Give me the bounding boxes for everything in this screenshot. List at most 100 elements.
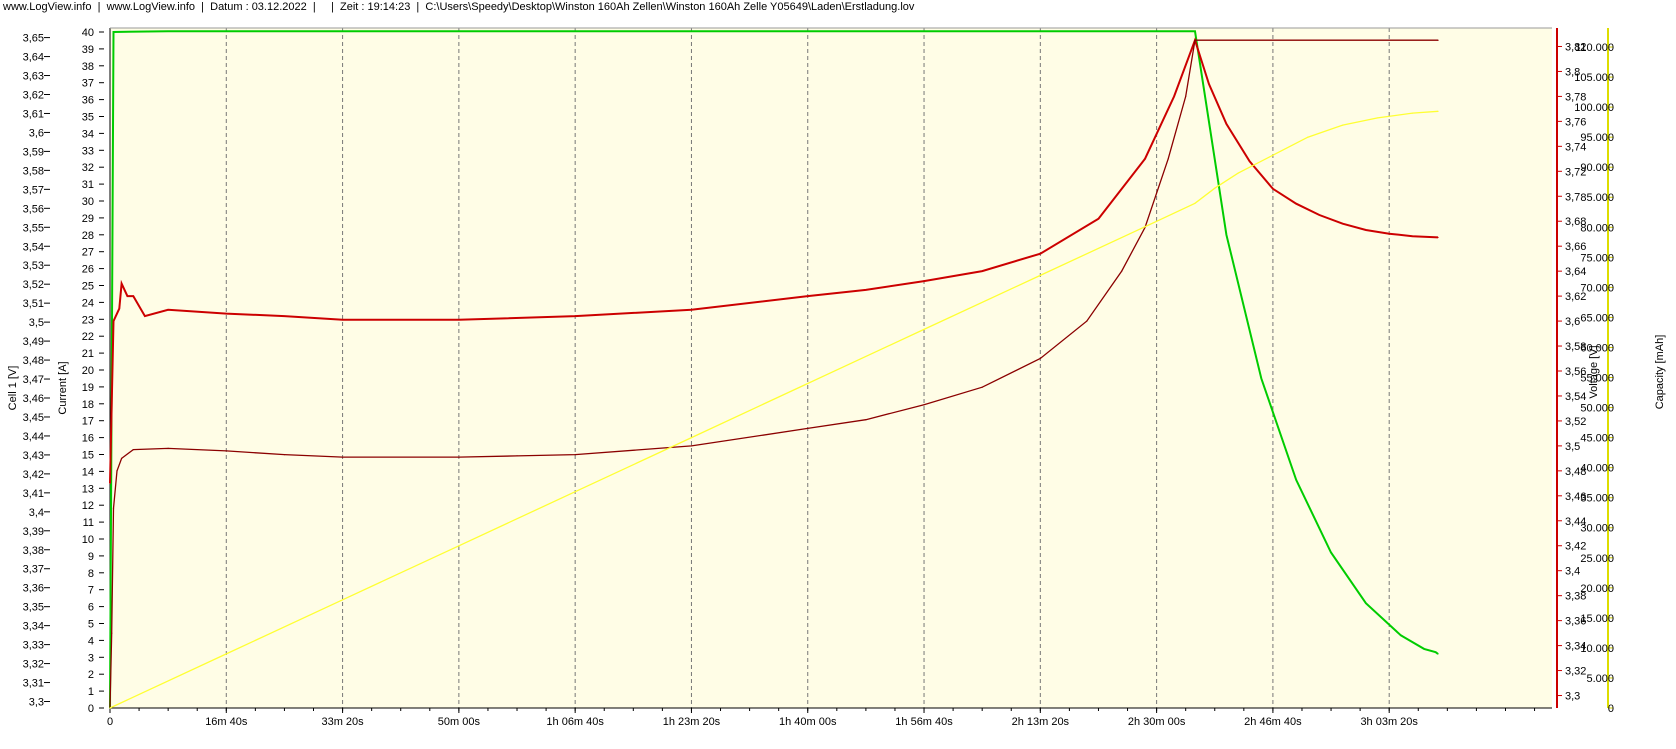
chart: 3,33,313,323,333,343,353,363,373,383,393… xyxy=(7,27,1666,728)
current-tick-label: 28 xyxy=(82,230,94,242)
series-point-voltage-1 xyxy=(458,319,460,321)
current-tick-label: 4 xyxy=(88,635,94,647)
voltage-tick-label: 3,42 xyxy=(1565,541,1586,553)
current-tick-label: 33 xyxy=(82,145,94,157)
x-tick-label: 0 xyxy=(107,716,113,728)
y-axis-title-capacity: Capacity [mAh] xyxy=(1654,335,1666,410)
series-point-capacity-3 xyxy=(1307,136,1309,138)
series-point-voltage-1 xyxy=(283,315,286,317)
current-tick-label: 17 xyxy=(82,416,94,428)
series-point-voltage-2 xyxy=(516,455,518,457)
series-point-capacity-3 xyxy=(1156,220,1158,222)
voltage-tick-label: 3,5 xyxy=(1565,441,1580,453)
voltage-tick-label: 3,6 xyxy=(1565,316,1580,328)
cell-tick-label: 3,58 xyxy=(23,165,44,177)
series-point-voltage-2 xyxy=(458,456,460,458)
series-point-voltage-1 xyxy=(923,280,925,282)
zeit-text: Zeit : 19:14:23 xyxy=(339,1,411,13)
current-tick-label: 13 xyxy=(82,483,94,495)
series-point-voltage-2 xyxy=(112,507,115,509)
cell-tick-label: 3,6 xyxy=(29,127,44,139)
series-point-capacity-3 xyxy=(690,436,693,439)
cell-tick-label: 3,4 xyxy=(29,507,44,519)
current-tick-label: 38 xyxy=(82,61,94,73)
current-tick-label: 1 xyxy=(88,686,94,698)
current-tick-label: 37 xyxy=(82,78,94,90)
series-point-current-0 xyxy=(807,30,809,32)
current-tick-label: 9 xyxy=(88,551,94,563)
capacity-tick-label: 20.000 xyxy=(1580,583,1614,595)
y-axis-title-voltage: Voltage [V] xyxy=(1588,345,1600,398)
capacity-tick-label: 30.000 xyxy=(1580,523,1614,535)
series-point-capacity-3 xyxy=(1194,202,1196,204)
capacity-tick-label: 5.000 xyxy=(1586,673,1614,685)
series-point-voltage-2 xyxy=(690,445,693,447)
current-tick-label: 32 xyxy=(82,162,94,174)
capacity-tick-label: 75.000 xyxy=(1580,252,1614,264)
series-point-capacity-3 xyxy=(1411,112,1414,114)
current-tick-label: 26 xyxy=(82,264,94,276)
current-tick-label: 34 xyxy=(82,128,94,140)
current-tick-label: 15 xyxy=(82,450,94,462)
series-point-voltage-2 xyxy=(121,457,123,459)
series-point-capacity-3 xyxy=(923,328,925,331)
series-point-voltage-2 xyxy=(111,632,113,634)
current-tick-label: 40 xyxy=(82,27,94,39)
series-point-current-0 xyxy=(1423,648,1425,650)
series-point-voltage-1 xyxy=(1318,214,1321,216)
capacity-tick-label: 15.000 xyxy=(1580,613,1614,625)
series-point-capacity-3 xyxy=(1376,117,1379,119)
series-point-current-0 xyxy=(1039,30,1041,32)
cell-tick-label: 3,37 xyxy=(23,564,44,576)
series-point-voltage-1 xyxy=(1249,160,1251,162)
series-point-capacity-3 xyxy=(807,382,809,385)
series-point-voltage-1 xyxy=(1411,235,1414,237)
file-path: C:\Users\Speedy\Desktop\Winston 160Ah Ze… xyxy=(425,1,915,13)
series-point-voltage-1 xyxy=(865,289,867,291)
current-tick-label: 29 xyxy=(82,213,94,225)
current-tick-label: 20 xyxy=(82,365,94,377)
series-point-current-0 xyxy=(341,30,344,32)
capacity-tick-label: 95.000 xyxy=(1580,132,1614,144)
current-tick-label: 21 xyxy=(82,348,94,360)
series-point-voltage-2 xyxy=(225,450,227,452)
series-point-voltage-2 xyxy=(283,454,286,456)
series-point-voltage-1 xyxy=(1208,83,1210,85)
series-point-voltage-2 xyxy=(116,470,118,472)
x-tick-label: 1h 23m 20s xyxy=(663,716,721,728)
current-tick-label: 24 xyxy=(82,297,94,309)
series-point-voltage-1 xyxy=(1342,223,1344,225)
series-point-voltage-2 xyxy=(132,449,134,451)
site-link-1[interactable]: www.LogView.info xyxy=(3,1,91,13)
x-tick-label: 1h 56m 40s xyxy=(895,716,953,728)
capacity-tick-label: 85.000 xyxy=(1580,192,1614,204)
series-point-current-0 xyxy=(112,31,115,33)
voltage-tick-label: 3,54 xyxy=(1565,391,1586,403)
cell-tick-label: 3,42 xyxy=(23,469,44,481)
series-point-voltage-1 xyxy=(132,295,134,297)
series-point-voltage-1 xyxy=(144,315,146,317)
site-link-2[interactable]: www.LogView.info xyxy=(107,1,195,13)
capacity-tick-label: 35.000 xyxy=(1580,493,1614,505)
cell-tick-label: 3,57 xyxy=(23,184,44,196)
cell-tick-label: 3,47 xyxy=(23,374,44,386)
y-axis-title-cell: Cell 1 [V] xyxy=(7,366,19,411)
cell-tick-label: 3,38 xyxy=(23,545,44,557)
cell-tick-label: 3,59 xyxy=(23,146,44,158)
x-tick-label: 2h 46m 40s xyxy=(1244,716,1302,728)
x-tick-label: 3h 03m 20s xyxy=(1360,716,1418,728)
current-tick-label: 12 xyxy=(82,500,94,512)
series-point-voltage-1 xyxy=(1295,203,1297,205)
series-point-current-0 xyxy=(167,30,169,32)
current-tick-label: 36 xyxy=(82,95,94,107)
series-point-voltage-1 xyxy=(574,315,576,317)
current-tick-label: 11 xyxy=(83,517,94,529)
series-point-voltage-2 xyxy=(574,454,576,456)
cell-tick-label: 3,36 xyxy=(23,583,44,595)
capacity-tick-label: 65.000 xyxy=(1580,312,1614,324)
capacity-tick-label: 110.000 xyxy=(1575,42,1614,54)
cell-tick-label: 3,64 xyxy=(23,52,44,64)
series-point-voltage-1 xyxy=(126,295,129,297)
cell-tick-label: 3,63 xyxy=(23,71,44,83)
series-point-voltage-1 xyxy=(981,270,983,272)
